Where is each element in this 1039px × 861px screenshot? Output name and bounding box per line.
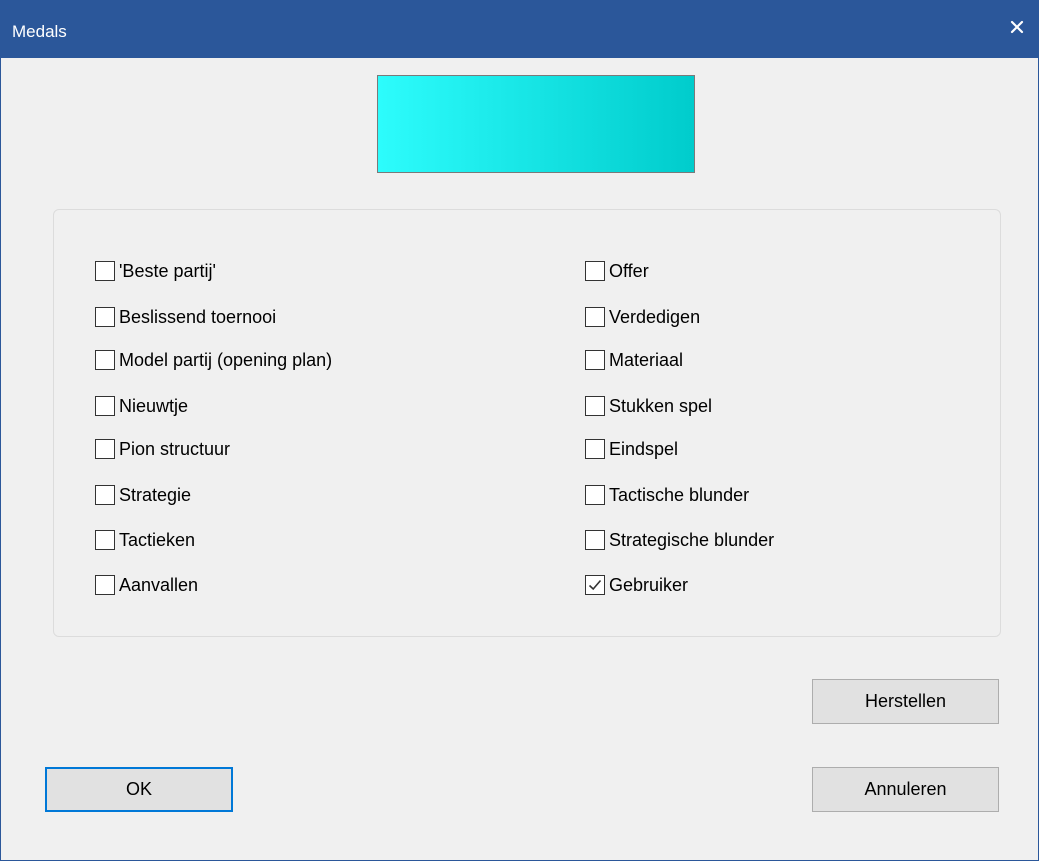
checkbox-box[interactable] bbox=[95, 261, 115, 281]
checkbox-materiaal[interactable]: Materiaal bbox=[585, 345, 915, 375]
checkbox-box[interactable] bbox=[585, 530, 605, 550]
checkbox-box[interactable] bbox=[585, 350, 605, 370]
checkbox-label: Eindspel bbox=[609, 438, 679, 459]
checkbox-tactische-blunder[interactable]: Tactische blunder bbox=[585, 480, 915, 510]
checkbox-gebruiker[interactable]: Gebruiker bbox=[585, 570, 915, 600]
checkmark-icon bbox=[588, 579, 602, 591]
checkbox-box[interactable] bbox=[585, 439, 605, 459]
ok-button[interactable]: OK bbox=[45, 767, 233, 812]
checkbox-box[interactable] bbox=[585, 307, 605, 327]
checkbox-label: Beslissend toernooi bbox=[119, 306, 277, 327]
checkbox-offer[interactable]: Offer bbox=[585, 256, 915, 286]
checkbox-strategie[interactable]: Strategie bbox=[95, 480, 425, 510]
checkbox-label: Stukken spel bbox=[609, 395, 713, 416]
checkbox-stukken-spel[interactable]: Stukken spel bbox=[585, 391, 915, 421]
checkbox-box[interactable] bbox=[585, 396, 605, 416]
checkbox-box[interactable] bbox=[95, 485, 115, 505]
checkbox-label: Nieuwtje bbox=[119, 395, 189, 416]
medals-dialog: Medals 'Beste partij' Beslissend toernoo… bbox=[0, 0, 1039, 861]
title-bar: Medals bbox=[1, 0, 1039, 58]
checkbox-label: Verdedigen bbox=[609, 306, 701, 327]
close-button[interactable] bbox=[994, 0, 1039, 58]
checkbox-label: Aanvallen bbox=[119, 574, 199, 595]
checkbox-label: Offer bbox=[609, 260, 649, 281]
checkbox-label: Tactische blunder bbox=[609, 484, 750, 505]
checkbox-label: Materiaal bbox=[609, 349, 684, 370]
checkbox-tactieken[interactable]: Tactieken bbox=[95, 525, 425, 555]
checkbox-label: Pion structuur bbox=[119, 438, 231, 459]
checkbox-pion-structuur[interactable]: Pion structuur bbox=[95, 434, 425, 464]
checkbox-box[interactable] bbox=[95, 575, 115, 595]
checkbox-box[interactable] bbox=[95, 530, 115, 550]
checkbox-box[interactable] bbox=[95, 439, 115, 459]
checkbox-box[interactable] bbox=[95, 396, 115, 416]
close-icon bbox=[1010, 20, 1024, 39]
checkbox-nieuwtje[interactable]: Nieuwtje bbox=[95, 391, 425, 421]
restore-button[interactable]: Herstellen bbox=[812, 679, 999, 724]
checkbox-box[interactable] bbox=[585, 261, 605, 281]
checkbox-beste-partij[interactable]: 'Beste partij' bbox=[95, 256, 425, 286]
checkbox-verdedigen[interactable]: Verdedigen bbox=[585, 302, 915, 332]
checkbox-model-partij[interactable]: Model partij (opening plan) bbox=[95, 345, 425, 375]
checkbox-label: Tactieken bbox=[119, 529, 196, 550]
checkbox-label: Strategie bbox=[119, 484, 192, 505]
checkbox-label: Strategische blunder bbox=[609, 529, 775, 550]
window-title: Medals bbox=[12, 22, 67, 41]
checkbox-beslissend-toernooi[interactable]: Beslissend toernooi bbox=[95, 302, 425, 332]
checkbox-box[interactable] bbox=[585, 485, 605, 505]
checkbox-strategische-blunder[interactable]: Strategische blunder bbox=[585, 525, 915, 555]
checkbox-box[interactable] bbox=[95, 307, 115, 327]
checkbox-label: 'Beste partij' bbox=[119, 260, 216, 281]
checkbox-box[interactable] bbox=[95, 350, 115, 370]
checkbox-label: Model partij (opening plan) bbox=[119, 349, 333, 370]
checkbox-box[interactable] bbox=[585, 575, 605, 595]
checkbox-eindspel[interactable]: Eindspel bbox=[585, 434, 915, 464]
checkbox-aanvallen[interactable]: Aanvallen bbox=[95, 570, 425, 600]
cancel-button[interactable]: Annuleren bbox=[812, 767, 999, 812]
checkbox-label: Gebruiker bbox=[609, 574, 689, 595]
medal-color-swatch[interactable] bbox=[377, 75, 695, 173]
